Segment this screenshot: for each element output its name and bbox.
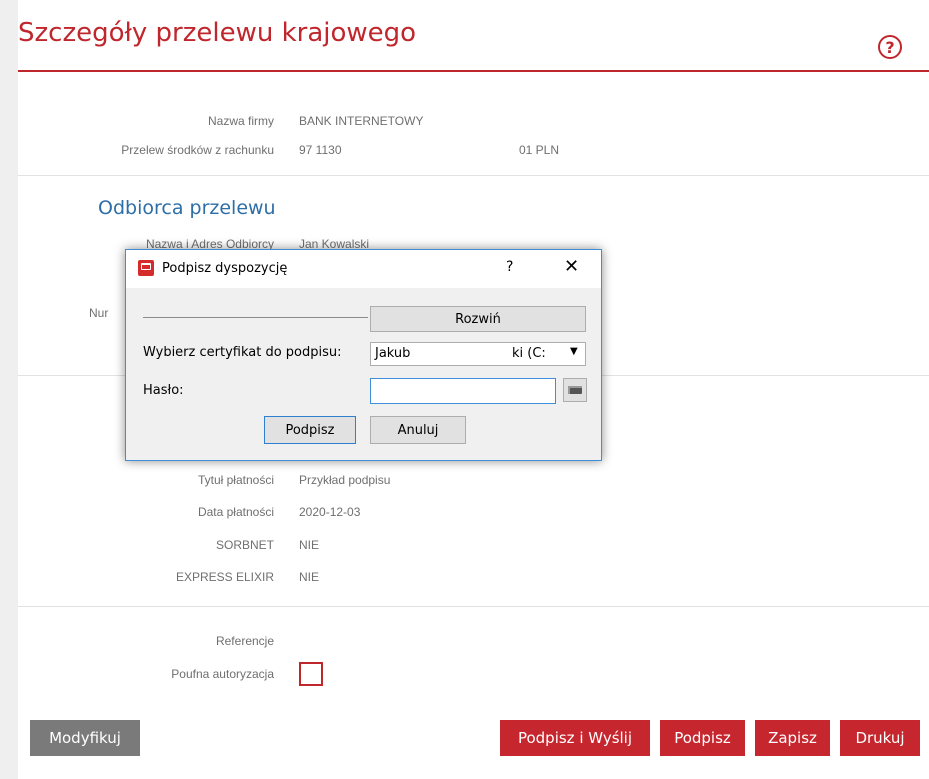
references-label: Referencje: [215, 634, 274, 648]
app-logo-icon: [138, 260, 154, 276]
sign-button[interactable]: Podpisz: [660, 720, 745, 756]
title-divider: [18, 70, 929, 72]
dialog-separator: [143, 317, 368, 318]
company-label: Nazwa firmy: [207, 114, 274, 128]
account-label: Przelew środków z rachunku: [121, 143, 274, 157]
dialog-help-button[interactable]: ?: [506, 259, 513, 275]
payment-title-value: Przykład podpisu: [299, 473, 391, 487]
recipient-heading: Odbiorca przelewu: [98, 197, 276, 219]
dialog-title: Podpisz dyspozycję: [162, 261, 288, 276]
express-elixir-value: NIE: [299, 570, 320, 584]
dialog-titlebar: Podpisz dyspozycję ? ✕: [126, 250, 601, 288]
company-value: BANK INTERNETOWY: [299, 114, 424, 128]
certificate-label: Wybierz certyfikat do podpisu:: [143, 345, 342, 360]
dialog-cancel-button[interactable]: Anuluj: [370, 416, 466, 444]
payment-date-value: 2020-12-03: [299, 505, 361, 519]
account-value: 97 1130: [299, 143, 342, 157]
page-title: Szczegóły przelewu krajowego: [18, 18, 417, 48]
certificate-value-end: ki (C:: [512, 346, 546, 361]
sign-dialog: Podpisz dyspozycję ? ✕ Rozwiń Wybierz ce…: [125, 249, 602, 461]
save-button[interactable]: Zapisz: [755, 720, 830, 756]
sorbnet-value: NIE: [299, 538, 320, 552]
modify-button[interactable]: Modyfikuj: [30, 720, 140, 756]
section-divider: [18, 175, 929, 176]
express-elixir-label: EXPRESS ELIXIR: [175, 570, 274, 584]
dialog-sign-button[interactable]: Podpisz: [264, 416, 356, 444]
password-input[interactable]: [370, 378, 556, 404]
keyboard-icon[interactable]: [563, 378, 587, 402]
confidential-auth-checkbox[interactable]: [299, 662, 323, 686]
sorbnet-label: SORBNET: [215, 538, 274, 552]
help-icon[interactable]: ?: [878, 35, 902, 59]
section-divider: [18, 606, 929, 607]
redaction-mask: [423, 345, 513, 363]
expand-button[interactable]: Rozwiń: [370, 306, 586, 332]
print-button[interactable]: Drukuj: [840, 720, 920, 756]
payment-date-label: Data płatności: [197, 505, 274, 519]
dialog-close-button[interactable]: ✕: [564, 256, 579, 277]
confidential-auth-label: Poufna autoryzacja: [171, 667, 274, 681]
payment-title-label: Tytuł płatności: [197, 473, 274, 487]
certificate-select[interactable]: Jakub ki (C: ▼: [370, 342, 586, 366]
sign-and-send-button[interactable]: Podpisz i Wyślij: [500, 720, 650, 756]
balance-value: 01 PLN: [519, 143, 560, 157]
recipient-number-label: Nur: [89, 306, 109, 320]
password-label: Hasło:: [143, 383, 184, 398]
chevron-down-icon: ▼: [570, 346, 578, 357]
certificate-value-start: Jakub: [375, 346, 411, 361]
